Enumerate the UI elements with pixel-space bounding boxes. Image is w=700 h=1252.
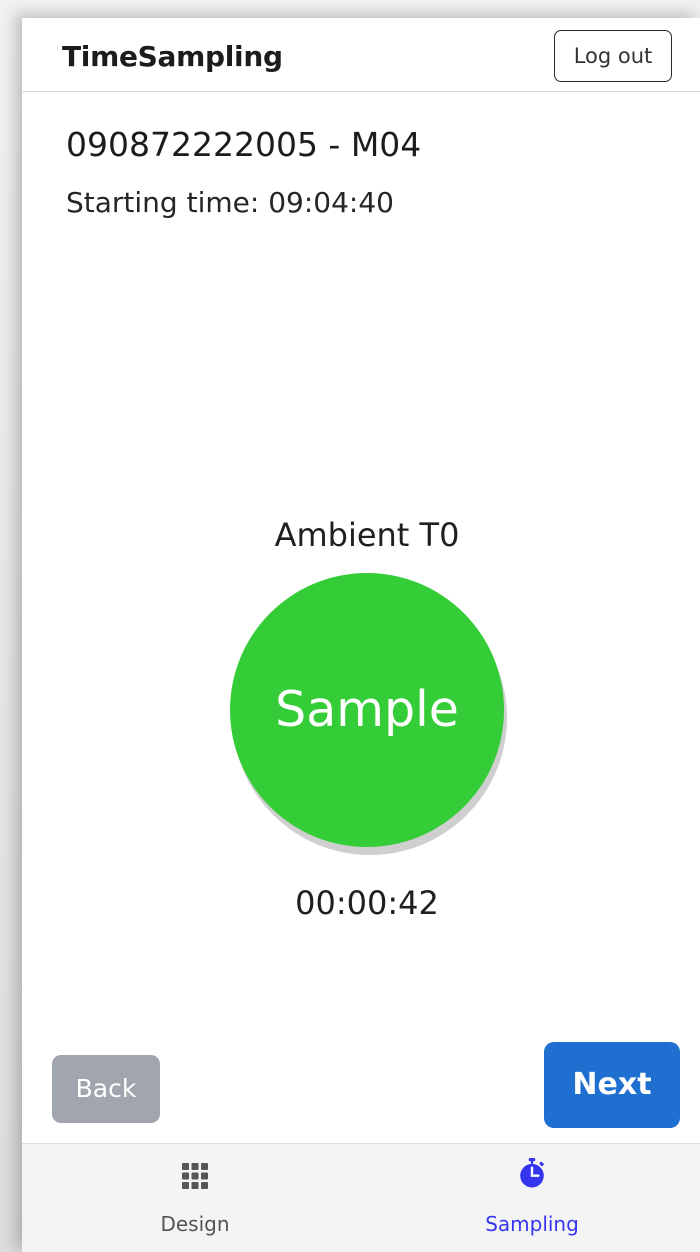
tab-design[interactable]: Design (95, 1144, 295, 1244)
next-button[interactable]: Next (544, 1042, 680, 1128)
top-bar: TimeSampling Log out (22, 18, 700, 92)
tab-design-label: Design (160, 1212, 230, 1236)
logout-button[interactable]: Log out (554, 30, 672, 82)
tab-sampling-label: Sampling (485, 1212, 579, 1236)
window-frame: TimeSampling Log out 090872222005 - M04 … (0, 0, 700, 1252)
stopwatch-icon (520, 1158, 544, 1188)
starting-time: Starting time: 09:04:40 (66, 186, 394, 219)
back-button[interactable]: Back (52, 1055, 160, 1123)
tab-sampling[interactable]: Sampling (432, 1144, 632, 1244)
bottom-tab-bar: Design Sampling (22, 1143, 700, 1252)
app-screen: TimeSampling Log out 090872222005 - M04 … (22, 18, 700, 1252)
elapsed-timer: 00:00:42 (295, 884, 439, 922)
sample-button[interactable]: Sample (230, 573, 504, 847)
sampling-point-label: Ambient T0 (274, 516, 460, 554)
app-title: TimeSampling (62, 40, 283, 73)
grid-icon (182, 1163, 208, 1189)
sample-id: 090872222005 - M04 (66, 125, 422, 164)
